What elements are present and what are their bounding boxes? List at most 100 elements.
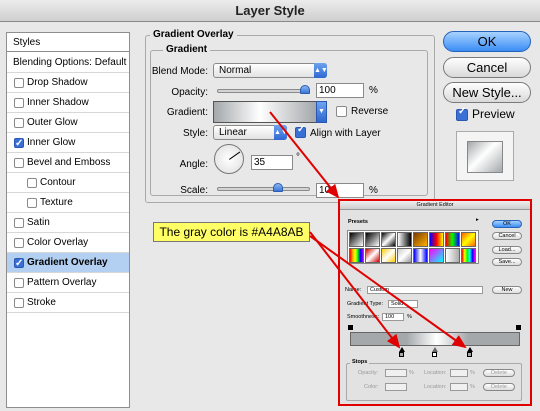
preset-swatch[interactable] [461,232,476,247]
styles-list: Blending Options: Default Drop Shadow Inne… [6,32,130,408]
gradient-editor-inset: Gradient Editor Presets ▸ OK Cancel Load… [338,199,532,406]
style-checkbox[interactable] [14,78,24,88]
preset-swatch[interactable] [381,232,396,247]
style-item-satin[interactable]: Satin [7,213,129,233]
ge-location2-input [450,383,468,391]
style-item-bevel-and-emboss[interactable]: Bevel and Emboss [7,153,129,173]
preset-swatch[interactable] [381,248,396,263]
preset-swatch[interactable] [349,248,364,263]
reverse-label: Reverse [351,106,389,117]
style-item-contour[interactable]: Contour [7,173,129,193]
style-checkbox[interactable] [14,158,24,168]
style-item-label: Bevel and Emboss [27,157,111,168]
style-checkbox[interactable] [14,298,24,308]
preset-swatch[interactable] [429,232,444,247]
preset-swatch[interactable] [429,248,444,263]
style-checkbox[interactable] [14,218,24,228]
ge-type-select[interactable]: Solid [388,300,418,308]
preset-swatch[interactable] [413,248,428,263]
ge-load-button[interactable]: Load... [492,246,522,254]
style-checkbox[interactable] [14,118,24,128]
style-checkbox[interactable] [14,278,24,288]
reverse-checkbox[interactable] [336,106,347,117]
style-item-gradient-overlay[interactable]: Gradient Overlay [7,253,129,273]
style-checkbox[interactable] [14,134,24,153]
ge-opacity-unit: % [409,370,414,376]
style-item-color-overlay[interactable]: Color Overlay [7,233,129,253]
presets-menu-icon[interactable]: ▸ [476,217,479,223]
style-checkbox[interactable] [14,254,24,273]
style-item-drop-shadow[interactable]: Drop Shadow [7,73,129,93]
style-item-pattern-overlay[interactable]: Pattern Overlay [7,273,129,293]
scale-unit: % [369,185,378,196]
style-value: Linear [219,127,247,138]
opacity-slider-knob[interactable] [300,85,310,94]
style-item-label: Pattern Overlay [27,277,97,288]
ge-ok-button[interactable]: OK [492,220,522,228]
gradient-dropdown[interactable]: ▼ [316,101,327,123]
opacity-unit: % [369,85,378,96]
style-item-label: Outer Glow [27,117,78,128]
ge-opacity-label: Opacity: [358,370,379,376]
ge-new-button[interactable]: New [492,286,522,294]
style-checkbox[interactable] [27,178,37,188]
style-select[interactable]: Linear ▲▼ [213,125,288,140]
ge-smoothness-input[interactable]: 100 [382,313,404,321]
preset-swatch[interactable] [413,232,428,247]
ge-type-value: Solid [391,301,404,307]
style-item-texture[interactable]: Texture [7,193,129,213]
style-item-blending-options-default[interactable]: Blending Options: Default [7,53,129,73]
preset-swatch[interactable] [461,248,476,263]
style-item-inner-shadow[interactable]: Inner Shadow [7,93,129,113]
style-checkbox[interactable] [14,238,24,248]
gradient-overlay-title: Gradient Overlay [150,29,237,40]
style-item-label: Satin [27,217,50,228]
ge-stops-label: Stops [350,359,370,365]
style-checkbox[interactable] [14,98,24,108]
style-item-label: Drop Shadow [27,77,88,88]
ge-save-button[interactable]: Save... [492,258,522,266]
ge-location-unit: % [470,370,475,376]
ge-smoothness-unit: % [407,314,412,320]
preset-swatch[interactable] [445,232,460,247]
ge-opacity-input [385,369,407,377]
preset-swatch[interactable] [349,232,364,247]
ge-cancel-button[interactable]: Cancel [492,232,522,240]
style-label: Style: [182,128,208,139]
style-item-label: Inner Glow [27,137,76,148]
ge-location2-label: Location: [424,384,447,390]
angle-dial-hand [229,151,241,160]
align-with-layer-checkbox[interactable] [295,124,306,138]
style-checkbox[interactable] [27,198,37,208]
ge-smoothness-label: Smoothness: [347,314,380,320]
scale-slider[interactable] [217,187,310,191]
angle-input[interactable]: 35 [251,155,293,170]
style-item-outer-glow[interactable]: Outer Glow [7,113,129,133]
preset-swatch[interactable] [365,232,380,247]
opacity-input[interactable]: 100 [316,83,364,98]
style-item-stroke[interactable]: Stroke [7,293,129,313]
blend-mode-select[interactable]: Normal ▲▼ [213,63,328,78]
ok-button[interactable]: OK [443,31,531,52]
style-item-label: Texture [40,197,73,208]
preview-checkbox[interactable] [456,106,468,121]
scale-slider-knob[interactable] [272,183,283,192]
angle-dial[interactable] [214,144,244,174]
preset-swatch[interactable] [445,248,460,263]
new-style-button[interactable]: New Style... [443,82,531,103]
opacity-slider[interactable] [217,89,310,93]
opacity-stop-left[interactable] [348,325,353,330]
preset-swatch[interactable] [397,248,412,263]
preset-swatch[interactable] [397,232,412,247]
opacity-stop-right[interactable] [516,325,521,330]
gradient-swatch[interactable] [213,101,317,123]
styles-header[interactable]: Styles [6,32,130,52]
gradient-ramp[interactable] [350,332,520,346]
angle-unit: ° [296,152,300,163]
scale-input[interactable]: 100 [316,183,364,198]
cancel-button[interactable]: Cancel [443,57,531,78]
ge-name-input[interactable]: Custom [367,286,483,294]
style-item-inner-glow[interactable]: Inner Glow [7,133,129,153]
preset-swatch[interactable] [365,248,380,263]
gradient-editor-title: Gradient Editor [340,201,530,210]
